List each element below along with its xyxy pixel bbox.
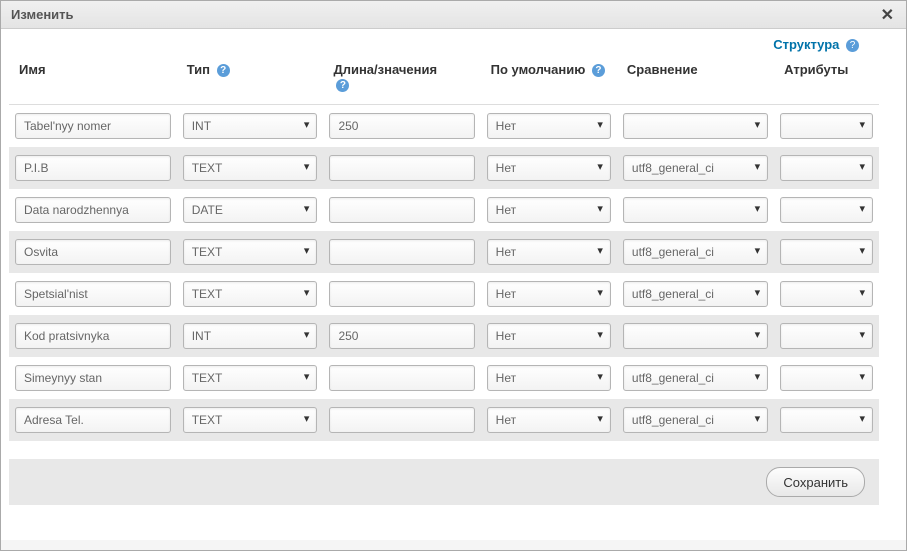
field-attributes-select[interactable] bbox=[780, 239, 873, 265]
help-icon[interactable]: ? bbox=[846, 39, 859, 52]
edit-dialog: Изменить ✕ Структура ? Имя Тип ? bbox=[0, 0, 907, 551]
dialog-titlebar: Изменить ✕ bbox=[1, 1, 906, 29]
field-default-select[interactable]: Нет bbox=[487, 407, 611, 433]
field-length-input[interactable] bbox=[329, 281, 474, 307]
dialog-title: Изменить bbox=[11, 7, 74, 22]
field-collation-select[interactable]: utf8_general_ci bbox=[623, 407, 768, 433]
field-collation-select[interactable]: utf8_general_ci bbox=[623, 239, 768, 265]
field-length-input[interactable] bbox=[329, 197, 474, 223]
header-type: Тип ? bbox=[177, 56, 324, 105]
table-row: INT Нет bbox=[9, 105, 879, 148]
field-length-input[interactable] bbox=[329, 155, 474, 181]
structure-link[interactable]: Структура bbox=[773, 37, 839, 52]
field-default-select[interactable]: Нет bbox=[487, 155, 611, 181]
field-type-select[interactable]: TEXT bbox=[183, 239, 318, 265]
header-length-label: Длина/значения bbox=[333, 62, 437, 77]
header-collation: Сравнение bbox=[617, 56, 774, 105]
field-attributes-select[interactable] bbox=[780, 281, 873, 307]
table-row: TEXT Нет utf8_general_ci bbox=[9, 231, 879, 273]
field-type-select[interactable]: DATE bbox=[183, 197, 318, 223]
header-type-label: Тип bbox=[187, 62, 210, 77]
fields-table: Имя Тип ? Длина/значения ? По умолчанию … bbox=[9, 56, 879, 441]
table-row: INT Нет bbox=[9, 315, 879, 357]
field-collation-select[interactable]: utf8_general_ci bbox=[623, 155, 768, 181]
header-default: По умолчанию ? bbox=[481, 56, 617, 105]
field-length-input[interactable] bbox=[329, 239, 474, 265]
table-row: DATE Нет bbox=[9, 189, 879, 231]
field-name-input[interactable] bbox=[15, 197, 171, 223]
field-type-select[interactable]: TEXT bbox=[183, 365, 318, 391]
field-collation-select[interactable] bbox=[623, 323, 768, 349]
help-icon[interactable]: ? bbox=[592, 64, 605, 77]
field-default-select[interactable]: Нет bbox=[487, 281, 611, 307]
field-name-input[interactable] bbox=[15, 239, 171, 265]
field-type-select[interactable]: INT bbox=[183, 323, 318, 349]
field-type-select[interactable]: TEXT bbox=[183, 155, 318, 181]
help-icon[interactable]: ? bbox=[336, 79, 349, 92]
field-default-select[interactable]: Нет bbox=[487, 197, 611, 223]
field-length-input[interactable] bbox=[329, 113, 474, 139]
field-attributes-select[interactable] bbox=[780, 365, 873, 391]
field-attributes-select[interactable] bbox=[780, 323, 873, 349]
field-attributes-select[interactable] bbox=[780, 407, 873, 433]
field-attributes-select[interactable] bbox=[780, 197, 873, 223]
field-name-input[interactable] bbox=[15, 407, 171, 433]
table-row: TEXT Нет utf8_general_ci bbox=[9, 399, 879, 441]
field-attributes-select[interactable] bbox=[780, 155, 873, 181]
dialog-footer: Сохранить bbox=[9, 459, 879, 505]
header-length: Длина/значения ? bbox=[323, 56, 480, 105]
dialog-body[interactable]: Структура ? Имя Тип ? Длина/значения ? bbox=[1, 29, 906, 540]
field-name-input[interactable] bbox=[15, 113, 171, 139]
field-default-select[interactable]: Нет bbox=[487, 365, 611, 391]
field-type-select[interactable]: TEXT bbox=[183, 407, 318, 433]
field-attributes-select[interactable] bbox=[780, 113, 873, 139]
header-name: Имя bbox=[9, 56, 177, 105]
field-length-input[interactable] bbox=[329, 323, 474, 349]
field-collation-select[interactable]: utf8_general_ci bbox=[623, 365, 768, 391]
save-button[interactable]: Сохранить bbox=[766, 467, 865, 497]
field-default-select[interactable]: Нет bbox=[487, 113, 611, 139]
table-row: TEXT Нет utf8_general_ci bbox=[9, 273, 879, 315]
field-collation-select[interactable]: utf8_general_ci bbox=[623, 281, 768, 307]
header-default-label: По умолчанию bbox=[491, 62, 586, 77]
header-attributes: Атрибуты bbox=[774, 56, 879, 105]
structure-breadcrumb: Структура ? bbox=[9, 33, 889, 56]
table-row: TEXT Нет utf8_general_ci bbox=[9, 357, 879, 399]
field-name-input[interactable] bbox=[15, 365, 171, 391]
table-row: TEXT Нет utf8_general_ci bbox=[9, 147, 879, 189]
field-length-input[interactable] bbox=[329, 365, 474, 391]
field-default-select[interactable]: Нет bbox=[487, 239, 611, 265]
field-name-input[interactable] bbox=[15, 281, 171, 307]
field-collation-select[interactable] bbox=[623, 197, 768, 223]
field-name-input[interactable] bbox=[15, 323, 171, 349]
field-type-select[interactable]: INT bbox=[183, 113, 318, 139]
field-length-input[interactable] bbox=[329, 407, 474, 433]
close-icon[interactable]: ✕ bbox=[877, 5, 898, 25]
field-type-select[interactable]: TEXT bbox=[183, 281, 318, 307]
field-name-input[interactable] bbox=[15, 155, 171, 181]
field-default-select[interactable]: Нет bbox=[487, 323, 611, 349]
field-collation-select[interactable] bbox=[623, 113, 768, 139]
help-icon[interactable]: ? bbox=[217, 64, 230, 77]
